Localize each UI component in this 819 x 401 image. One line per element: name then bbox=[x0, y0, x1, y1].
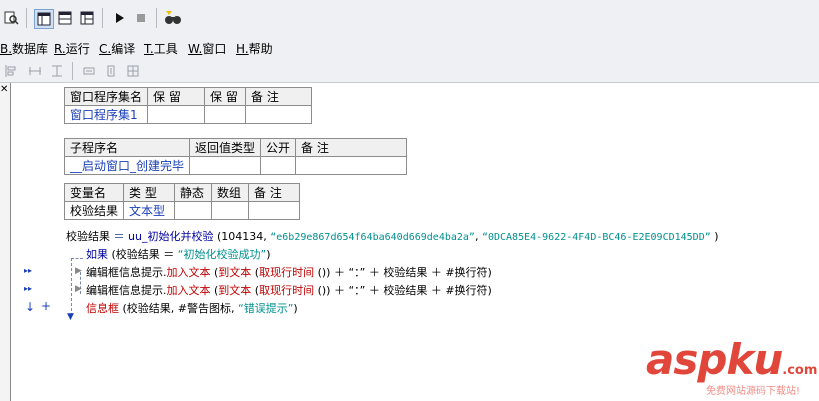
col-static: 静态 bbox=[174, 183, 213, 202]
cell-type[interactable]: 文本型 bbox=[123, 201, 176, 220]
menu-window[interactable]: W.窗口 bbox=[188, 40, 226, 57]
same-width-icon[interactable] bbox=[80, 62, 98, 80]
col-return-type: 返回值类型 bbox=[189, 138, 262, 157]
flow-line-top bbox=[71, 258, 83, 259]
center-icon[interactable] bbox=[124, 62, 142, 80]
stop-icon[interactable] bbox=[132, 9, 150, 27]
side-panel bbox=[0, 83, 11, 401]
split-vertical-icon[interactable] bbox=[78, 9, 96, 27]
col-subroutine-name: 子程序名 bbox=[63, 138, 191, 157]
cell-program-set-name[interactable]: 窗口程序集1 bbox=[63, 105, 149, 124]
col-program-set-name: 窗口程序集名 bbox=[63, 87, 149, 106]
col-remark: 备 注 bbox=[295, 138, 408, 157]
flow-line bbox=[71, 258, 72, 316]
layout-icon[interactable] bbox=[34, 9, 54, 29]
cell-variable-name[interactable]: 校验结果 bbox=[63, 201, 125, 220]
menu-database[interactable]: B.数据库 bbox=[0, 40, 48, 57]
align-top-icon[interactable] bbox=[48, 62, 66, 80]
breakpoint-arrow-icon[interactable]: ▸▸ bbox=[24, 284, 32, 293]
cell-remark[interactable] bbox=[295, 156, 408, 175]
close-icon[interactable]: ✕ bbox=[0, 84, 8, 95]
code-line-2[interactable]: 如果 (校验结果 ＝ “初始化校验成功”) bbox=[86, 246, 271, 262]
code-line-1[interactable]: 校验结果 ＝ uu_初始化并校验 (104134, “e6b29e867d654… bbox=[66, 228, 719, 244]
col-reserved-2: 保 留 bbox=[204, 87, 247, 106]
subroutine-table: 子程序名 返回值类型 公开 备 注 __启动窗口_创建完毕 bbox=[63, 138, 408, 175]
code-line-3[interactable]: 编辑框信息提示.加入文本 (到文本 (取现行时间 ()) ＋ “：” ＋ 校验结… bbox=[86, 264, 492, 280]
cell-static[interactable] bbox=[174, 201, 213, 220]
add-line-icon[interactable]: + bbox=[41, 299, 51, 313]
code-line-5[interactable]: 信息框 (校验结果, #警告图标, “错误提示”) bbox=[86, 300, 298, 316]
cell-subroutine-name[interactable]: __启动窗口_创建完毕 bbox=[63, 156, 191, 175]
breakpoint-arrow-icon[interactable]: ▸▸ bbox=[24, 266, 32, 275]
cell-public[interactable] bbox=[260, 156, 297, 175]
variable-table: 变量名 类 型 静态 数组 备 注 校验结果 文本型 bbox=[63, 183, 301, 220]
debug-icon[interactable] bbox=[164, 9, 182, 27]
cell-remark[interactable] bbox=[245, 105, 313, 124]
align-center-icon[interactable] bbox=[26, 62, 44, 80]
col-public: 公开 bbox=[260, 138, 297, 157]
flow-branch-icon: ▶ bbox=[75, 284, 82, 294]
cell-remark[interactable] bbox=[248, 201, 301, 220]
watermark-logo: aspku.com 免费网站源码下载站! bbox=[646, 335, 818, 398]
cell-array[interactable] bbox=[211, 201, 250, 220]
flow-branch-icon: ▶ bbox=[75, 266, 82, 276]
align-left-icon[interactable] bbox=[2, 62, 20, 80]
menu-tools[interactable]: T.工具 bbox=[144, 40, 178, 57]
program-set-table: 窗口程序集名 保 留 保 留 备 注 窗口程序集1 bbox=[63, 87, 313, 124]
same-height-icon[interactable] bbox=[102, 62, 120, 80]
col-variable-name: 变量名 bbox=[63, 183, 125, 202]
col-remark: 备 注 bbox=[245, 87, 313, 106]
cell-reserved-2[interactable] bbox=[204, 105, 247, 124]
find-icon[interactable] bbox=[2, 9, 20, 27]
col-type: 类 型 bbox=[123, 183, 176, 202]
flow-arrow-icon: ▼ bbox=[67, 312, 74, 322]
cell-reserved-1[interactable] bbox=[147, 105, 206, 124]
col-reserved-1: 保 留 bbox=[147, 87, 206, 106]
main-toolbar bbox=[0, 0, 819, 37]
col-remark: 备 注 bbox=[248, 183, 301, 202]
align-toolbar bbox=[0, 60, 819, 83]
cell-return-type[interactable] bbox=[189, 156, 262, 175]
menu-help[interactable]: H.帮助 bbox=[236, 40, 273, 57]
menu-compile[interactable]: C.编译 bbox=[99, 40, 135, 57]
col-array: 数组 bbox=[211, 183, 250, 202]
code-line-4[interactable]: 编辑框信息提示.加入文本 (到文本 (取现行时间 ()) ＋ “：” ＋ 校验结… bbox=[86, 282, 492, 298]
current-line-arrow-icon: ↓ bbox=[25, 300, 36, 314]
menu-run[interactable]: R.运行 bbox=[54, 40, 90, 57]
split-horizontal-icon[interactable] bbox=[56, 9, 74, 27]
run-icon[interactable] bbox=[110, 9, 128, 27]
